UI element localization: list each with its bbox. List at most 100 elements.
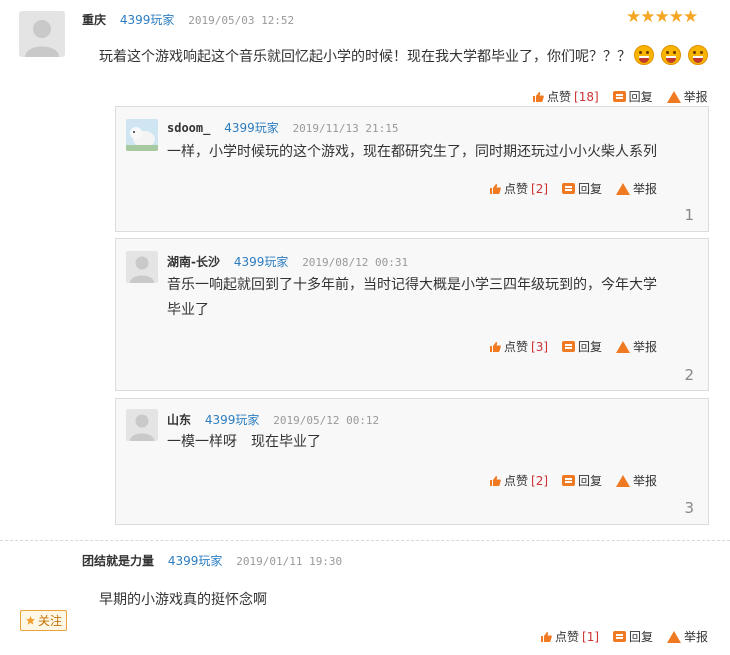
report-label: 举报 (683, 90, 708, 104)
report-label: 举报 (633, 182, 658, 196)
reply-label: 回复 (629, 630, 654, 644)
like-label: 点赞 (504, 182, 529, 196)
reply-label: 回复 (628, 90, 653, 104)
grin-emoji-icon (688, 45, 708, 65)
username[interactable]: 重庆 (82, 13, 106, 27)
like-count: [3] (531, 339, 549, 354)
report-button[interactable]: 举报 (616, 180, 657, 197)
reply-button[interactable]: 回复 (562, 338, 602, 355)
reply-label: 回复 (578, 182, 603, 196)
grin-emoji-icon (661, 45, 681, 65)
like-count: [2] (531, 473, 549, 488)
comment-actions: 点赞 [18] 回复 举报 (532, 88, 708, 105)
emoji-group (634, 45, 708, 65)
user-tag: 4399玩家 (224, 121, 279, 135)
polar-bear-avatar[interactable] (126, 119, 158, 151)
reply-item: 湖南-长沙 4399玩家 2019/08/12 00:31 音乐一响起就回到了十… (115, 238, 709, 391)
reply-button[interactable]: 回复 (562, 472, 602, 489)
username[interactable]: 湖南-长沙 (167, 255, 220, 269)
floor-number: 2 (684, 366, 694, 384)
follow-label: 关注 (38, 614, 63, 628)
reply-actions: 点赞 [3] 回复 举报 (489, 338, 657, 355)
like-button[interactable]: 点赞 [2] (489, 472, 548, 489)
like-button[interactable]: 点赞 [3] (489, 338, 548, 355)
timestamp: 2019/11/13 21:15 (292, 122, 399, 135)
report-warning-icon (616, 182, 631, 195)
comment-text: 玩着这个游戏响起这个音乐就回忆起小学的时候！现在我大学都毕业了，你们呢？？？ (99, 45, 631, 70)
reply-header: 山东 4399玩家 2019/05/12 00:12 (167, 411, 379, 428)
report-button[interactable]: 举报 (666, 88, 708, 105)
thumbs-up-icon (541, 631, 552, 642)
username[interactable]: 山东 (167, 413, 191, 427)
like-button[interactable]: 点赞 [1] (540, 628, 599, 645)
avatar[interactable] (126, 409, 158, 441)
star-icon: ★ (668, 7, 684, 27)
floor-number: 3 (684, 499, 694, 517)
reply-button[interactable]: 回复 (613, 628, 653, 645)
thumbs-up-icon (490, 341, 501, 352)
user-tag: 4399玩家 (233, 255, 289, 269)
like-label: 点赞 (504, 474, 529, 488)
rating-stars: ★★★★★ (626, 7, 698, 27)
report-warning-icon (616, 340, 631, 353)
report-warning-icon (616, 474, 631, 487)
report-button[interactable]: 举报 (667, 628, 708, 645)
comment-divider (0, 540, 730, 541)
follow-icon (26, 616, 35, 625)
reply-label: 回复 (578, 340, 603, 354)
reply-item: sdoom_ 4399玩家 2019/11/13 21:15 一样，小学时候玩的… (115, 106, 709, 232)
default-avatar-icon (130, 256, 154, 283)
reply-icon (562, 183, 576, 194)
like-count: [2] (531, 181, 549, 196)
default-avatar-icon (130, 414, 154, 441)
report-label: 举报 (633, 474, 658, 488)
avatar[interactable] (126, 251, 158, 283)
like-count: [18] (574, 89, 599, 104)
star-icon: ★ (654, 7, 670, 27)
reply-header: sdoom_ 4399玩家 2019/11/13 21:15 (167, 119, 399, 136)
polar-bear-avatar (126, 119, 158, 151)
report-button[interactable]: 举报 (616, 472, 657, 489)
comment-text: 早期的小游戏真的挺怀念啊 (99, 592, 267, 608)
default-avatar-icon (25, 20, 59, 57)
grin-emoji-icon (634, 45, 654, 65)
star-icon: ★ (626, 7, 641, 27)
comment-header: 团结就是力量 4399玩家 2019/01/11 19:30 (82, 552, 342, 569)
follow-button[interactable]: 关注 (20, 610, 68, 631)
user-tag: 4399玩家 (167, 554, 223, 568)
reply-text: 音乐一响起就回到了十多年前，当时记得大概是小学三四年级玩到的，今年大学毕业了 (167, 277, 657, 318)
timestamp: 2019/05/12 00:12 (273, 414, 380, 427)
reply-icon (613, 631, 627, 642)
reply-icon (562, 341, 576, 352)
reply-actions: 点赞 [2] 回复 举报 (489, 180, 657, 197)
report-label: 举报 (633, 340, 658, 354)
thumbs-up-icon (533, 91, 544, 102)
report-label: 举报 (684, 630, 709, 644)
reply-label: 回复 (578, 474, 603, 488)
report-warning-icon (666, 90, 681, 103)
timestamp: 2019/01/11 19:30 (236, 555, 343, 568)
thumbs-up-icon (490, 475, 501, 486)
like-count: [1] (582, 629, 600, 644)
user-tag: 4399玩家 (119, 13, 175, 27)
reply-button[interactable]: 回复 (562, 180, 602, 197)
comment-actions: 点赞 [1] 回复 举报 (540, 628, 708, 645)
username[interactable]: sdoom_ (167, 121, 210, 135)
like-button[interactable]: 点赞 [2] (489, 180, 548, 197)
like-label: 点赞 (547, 90, 572, 104)
floor-number: 1 (684, 206, 694, 224)
like-button[interactable]: 点赞 [18] (532, 88, 599, 105)
reply-button[interactable]: 回复 (612, 88, 653, 105)
reply-icon (612, 91, 626, 102)
report-button[interactable]: 举报 (616, 338, 657, 355)
reply-text: 一样，小学时候玩的这个游戏，现在都研究生了，同时期还玩过小小火柴人系列 (167, 144, 657, 160)
username[interactable]: 团结就是力量 (82, 554, 154, 568)
user-tag: 4399玩家 (204, 413, 260, 427)
timestamp: 2019/08/12 00:31 (302, 256, 409, 269)
star-icon: ★ (640, 7, 655, 27)
comment-body: 玩着这个游戏响起这个音乐就回忆起小学的时候！现在我大学都毕业了，你们呢？？？ (99, 49, 631, 65)
timestamp: 2019/05/03 12:52 (188, 14, 295, 27)
avatar[interactable] (19, 11, 65, 57)
reply-icon (562, 475, 576, 486)
like-label: 点赞 (555, 630, 580, 644)
